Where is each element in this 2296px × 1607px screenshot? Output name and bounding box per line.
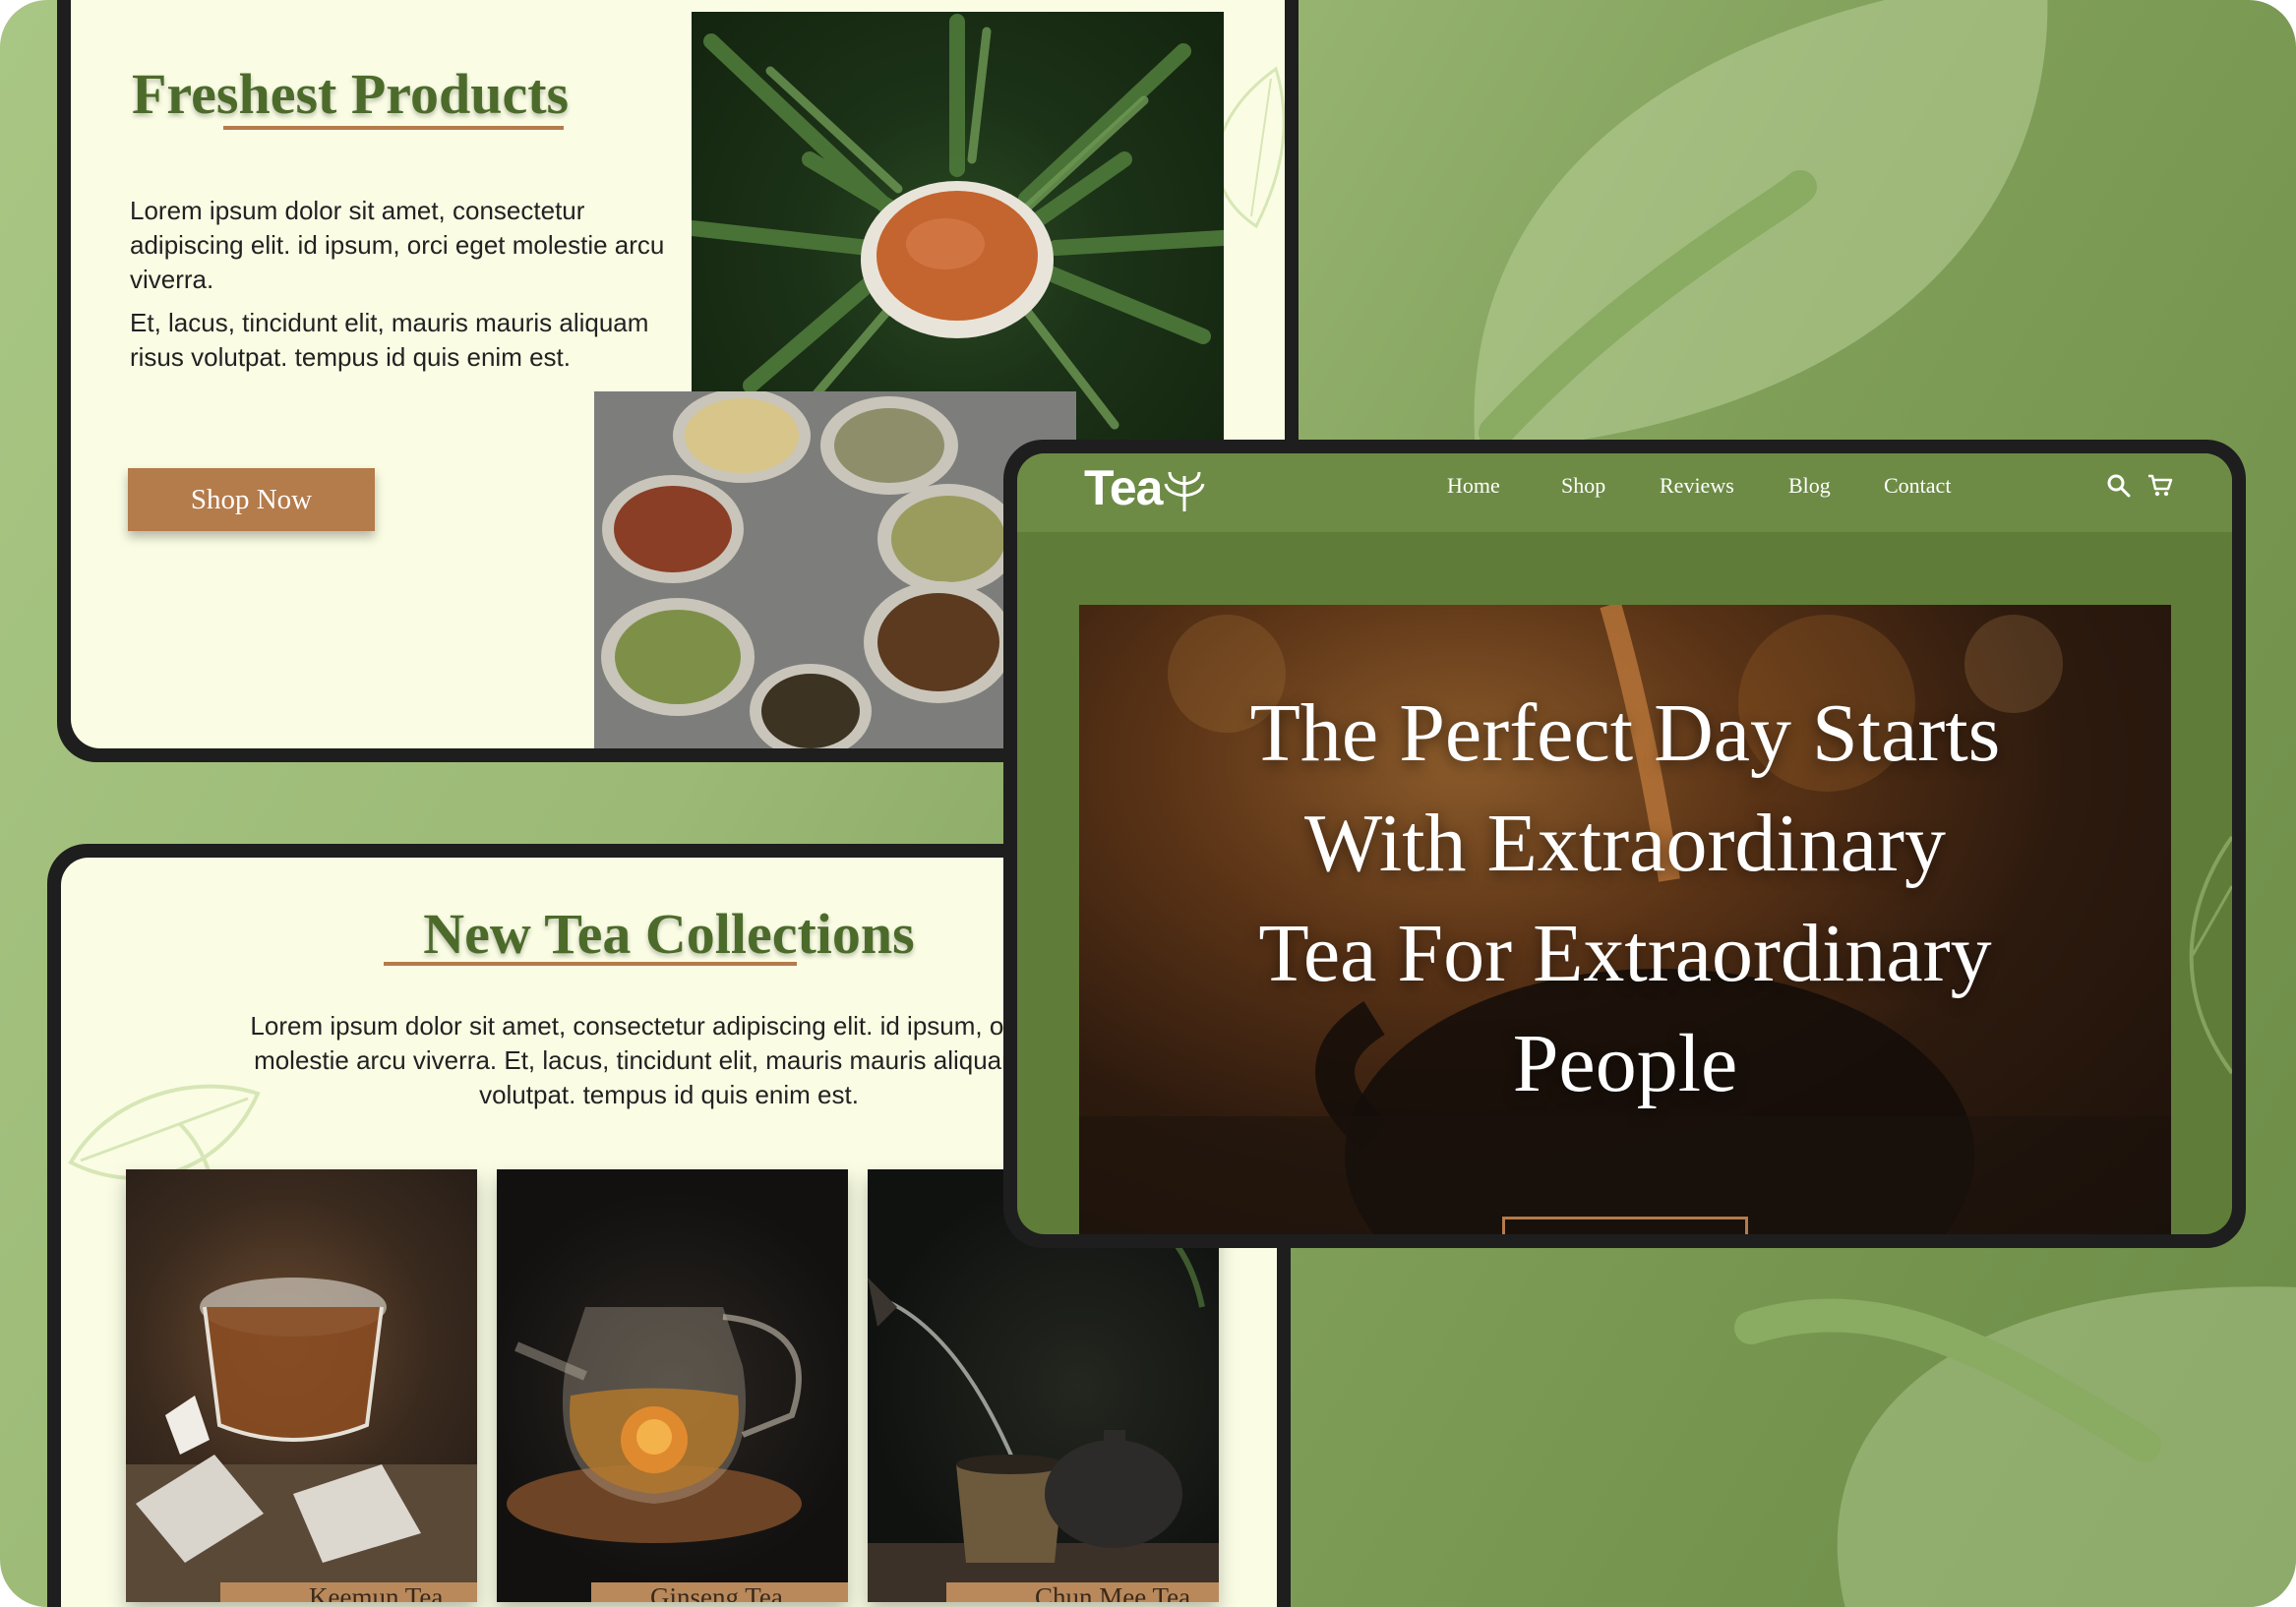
leaf-outline-icon — [2189, 835, 2232, 1075]
hero-line-3: Tea For Extraordinary — [1258, 908, 1992, 999]
tea-website-card: Tea Home Shop Reviews Blog Contact The P… — [1003, 440, 2246, 1248]
shop-now-button[interactable]: Shop Now — [128, 468, 375, 531]
nav-blog[interactable]: Blog — [1788, 473, 1831, 499]
collection-tile-keemun[interactable]: Keemun Tea — [126, 1169, 477, 1602]
hero-banner: The Perfect Day Starts With Extraordinar… — [1079, 605, 2171, 1234]
nav-home[interactable]: Home — [1447, 473, 1500, 499]
collection-label-keemun: Keemun Tea — [220, 1582, 477, 1602]
hero-line-1: The Perfect Day Starts — [1249, 687, 2001, 779]
freshest-paragraph-1: Lorem ipsum dolor sit amet, consectetur … — [130, 196, 665, 294]
cart-icon[interactable] — [2146, 473, 2174, 499]
tea-website-panel: Tea Home Shop Reviews Blog Contact The P… — [1017, 453, 2232, 1234]
leaf-sprig-icon — [1164, 471, 1205, 511]
title-underline — [384, 962, 797, 966]
hero-line-2: With Extraordinary — [1303, 798, 1947, 889]
collections-paragraph: Lorem ipsum dolor sit amet, consectetur … — [250, 1011, 1088, 1109]
logo-text: Tea — [1084, 460, 1163, 515]
background-leaf-top-icon — [1474, 0, 2048, 452]
nav-reviews[interactable]: Reviews — [1660, 473, 1734, 499]
tea-plant-photo — [692, 12, 1224, 445]
collection-label-chun-mee: Chun Mee Tea — [946, 1582, 1219, 1602]
freshest-products-title: Freshest Products — [132, 62, 570, 126]
collection-label-ginseng: Ginseng Tea — [591, 1582, 848, 1602]
site-logo[interactable]: Tea — [1084, 459, 1205, 516]
search-icon[interactable] — [2106, 473, 2132, 499]
nav-contact[interactable]: Contact — [1884, 473, 1951, 499]
background-leaf-bottom-icon — [1734, 1286, 2296, 1607]
collection-tile-ginseng[interactable]: Ginseng Tea — [497, 1169, 848, 1602]
hero-line-4: People — [1512, 1018, 1738, 1109]
background-canvas: Freshest Products Lorem ipsum dolor sit … — [0, 0, 2296, 1607]
title-underline — [223, 126, 564, 130]
freshest-paragraph-2: Et, lacus, tincidunt elit, mauris mauris… — [130, 308, 649, 372]
hero-cta-button[interactable] — [1502, 1217, 1748, 1234]
nav-shop[interactable]: Shop — [1561, 473, 1605, 499]
